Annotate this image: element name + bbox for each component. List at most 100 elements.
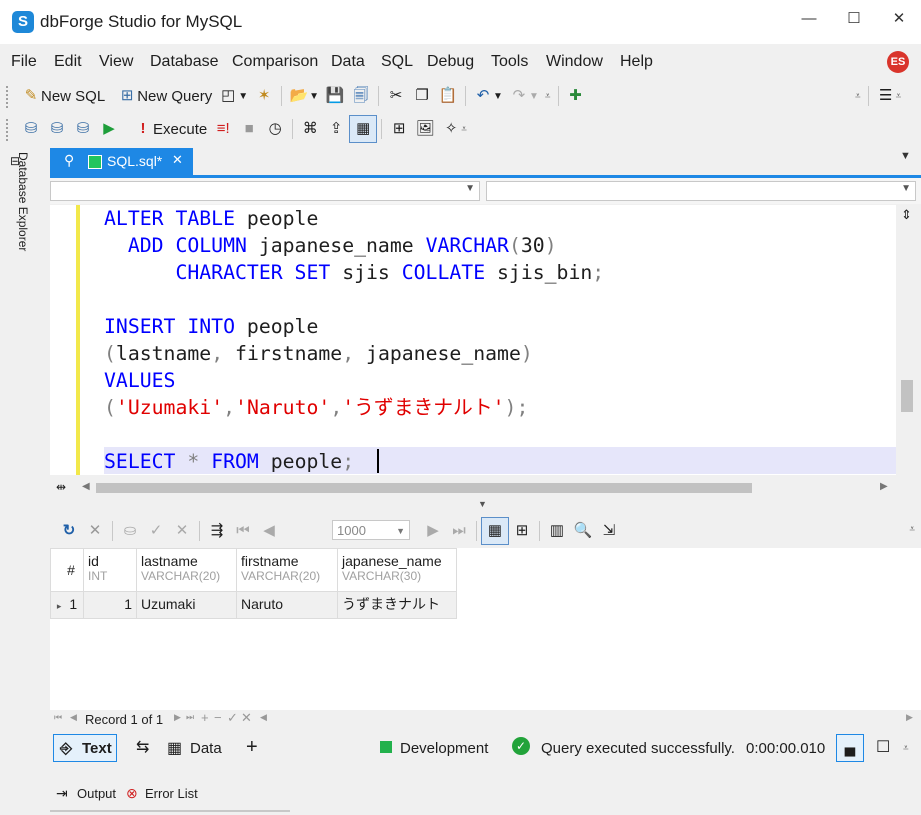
split-horizontal-icon[interactable]: ⇹ [56, 480, 66, 494]
menu-help[interactable]: Help [620, 53, 653, 71]
delete-record-icon[interactable]: − [214, 710, 222, 725]
scroll-left-icon[interactable]: ◀ [260, 712, 267, 723]
grid-view-button[interactable]: ▦ [481, 517, 509, 545]
menu-data[interactable]: Data [331, 53, 365, 71]
stop-button[interactable]: ■ [236, 116, 262, 142]
code-line[interactable]: SELECT * FROM people; [104, 448, 354, 475]
execute-current-button[interactable]: ≡! [210, 116, 236, 142]
horizontal-scroll-thumb[interactable] [96, 483, 752, 493]
design-query-button[interactable]: ⊞ [386, 116, 412, 142]
overflow-icon[interactable]: ⩡ [903, 743, 909, 754]
new-document-button[interactable]: ◰ ▼ [215, 83, 251, 109]
page-size-select[interactable]: 1000 ▼ [332, 520, 410, 540]
cut-button[interactable]: ✂ [383, 83, 409, 109]
split-icon[interactable]: ⇕ [901, 207, 912, 223]
menu-comparison[interactable]: Comparison [232, 53, 318, 71]
new-item-button[interactable]: ✶ [251, 83, 277, 109]
cell-id[interactable]: 1 [83, 591, 137, 619]
paste-button[interactable]: 📋 [435, 83, 461, 109]
grid-view-toggle[interactable]: ▦ [349, 115, 378, 143]
find-button[interactable]: 🔍 [570, 518, 596, 544]
undo-button[interactable]: ↶ ▼ [470, 83, 506, 109]
panel-layout-button[interactable]: ▄ [836, 734, 864, 762]
connection-button[interactable]: ⛁ [18, 116, 44, 142]
code-line[interactable]: ALTER TABLE people [104, 205, 318, 232]
row-number-cell[interactable]: ▸ 1 [50, 591, 84, 619]
toolbar-overflow-button[interactable]: ⩡ [852, 83, 864, 109]
menu-file[interactable]: File [11, 53, 37, 71]
cell-lastname[interactable]: Uzumaki [136, 591, 237, 619]
menu-debug[interactable]: Debug [427, 53, 474, 71]
error-list-tab[interactable]: Error List [145, 786, 198, 801]
column-header-firstname[interactable]: firstname VARCHAR(20) [236, 548, 338, 592]
refresh-connection-button[interactable]: ⛁ [70, 116, 96, 142]
refresh-button[interactable]: ↻ [56, 518, 82, 544]
close-window-button[interactable]: ✕ [886, 8, 912, 30]
apply-changes-button[interactable]: ✓ [143, 518, 169, 544]
menu-view[interactable]: View [99, 53, 133, 71]
export-data-button[interactable]: ⇲ [596, 518, 622, 544]
cell-firstname[interactable]: Naruto [236, 591, 338, 619]
toolbar-grip[interactable] [6, 86, 12, 108]
cached-updates-button[interactable]: ⛀ [117, 518, 143, 544]
menu-tools[interactable]: Tools [491, 53, 528, 71]
execute-button[interactable]: ! Execute [130, 116, 210, 142]
new-sql-button[interactable]: ✎ New SQL [18, 83, 108, 109]
menu-database[interactable]: Database [150, 53, 219, 71]
close-tab-icon[interactable]: ✕ [172, 152, 183, 168]
extensions-button[interactable]: ✚ [563, 83, 589, 109]
column-header-japanese-name[interactable]: japanese_name VARCHAR(30) [337, 548, 457, 592]
tab-list-dropdown[interactable]: ▼ [900, 150, 911, 162]
code-line[interactable]: (lastname, firstname, japanese_name) [104, 340, 533, 367]
editor-vertical-scrollbar[interactable]: ⇕ [896, 205, 921, 475]
save-button[interactable]: 💾 [322, 83, 348, 109]
copy-button[interactable]: ❐ [409, 83, 435, 109]
save-all-button[interactable]: 🗐 [348, 83, 374, 109]
query-profiler-button[interactable]: ⌘ [297, 116, 323, 142]
panel-hidden-button[interactable]: ☐ [876, 737, 890, 757]
database-combo[interactable]: ▼ [486, 181, 916, 201]
code-line[interactable]: ('Uzumaki','Naruto','うずまきナルト'); [104, 394, 528, 421]
previous-record-icon[interactable]: ◀ [70, 712, 77, 723]
cancel-button[interactable]: ✕ [82, 518, 108, 544]
next-record-icon[interactable]: ▶ [174, 712, 181, 723]
open-button[interactable]: 📂 ▼ [286, 83, 322, 109]
switch-icon[interactable]: ⇆ [136, 737, 149, 757]
change-database-button[interactable]: ⛁ [44, 116, 70, 142]
toolbar-options-button[interactable]: ⩡ [542, 83, 554, 109]
column-header-lastname[interactable]: lastname VARCHAR(20) [136, 548, 237, 592]
scroll-right-icon[interactable]: ▶ [880, 481, 888, 492]
first-page-button[interactable]: ⏮ [230, 518, 256, 544]
previous-page-button[interactable]: ◀ [256, 518, 282, 544]
column-view-button[interactable]: ▥ [544, 518, 570, 544]
environment-label[interactable]: Development [400, 740, 488, 757]
scroll-right-icon[interactable]: ▶ [906, 712, 913, 723]
code-line[interactable]: ADD COLUMN japanese_name VARCHAR(30) [104, 232, 557, 259]
code-line[interactable]: INSERT INTO people [104, 313, 318, 340]
history-button[interactable]: ◷ [262, 116, 288, 142]
card-view-button[interactable]: ⊞ [509, 518, 535, 544]
minimize-button[interactable]: — [796, 8, 822, 30]
splitter-icon[interactable]: ▼ [478, 499, 487, 509]
column-header-id[interactable]: id INT [83, 548, 137, 592]
menu-window[interactable]: Window [546, 53, 603, 71]
vertical-scroll-thumb[interactable] [901, 380, 913, 412]
overflow-icon[interactable]: ⩡ [909, 524, 915, 535]
redo-button[interactable]: ↷ ▼ [506, 83, 542, 109]
format-button[interactable]: ✧ ⩡ [438, 116, 470, 142]
document-tab[interactable]: ⚲ SQL.sql* ✕ [50, 148, 193, 175]
next-page-button[interactable]: ▶ [420, 518, 446, 544]
user-avatar[interactable]: ES [887, 51, 909, 73]
add-tab-button[interactable]: + [246, 736, 258, 759]
layout-options-button[interactable]: ☰ ⩡ [873, 83, 905, 109]
menu-sql[interactable]: SQL [381, 53, 413, 71]
paginate-button[interactable]: ⇶ [204, 518, 230, 544]
output-tab[interactable]: Output [77, 786, 116, 801]
export-button[interactable]: ⇪ [323, 116, 349, 142]
cancel-changes-button[interactable]: ✕ [169, 518, 195, 544]
connection-combo[interactable]: ▼ [50, 181, 480, 201]
table-row[interactable]: ▸ 1 1 Uzumaki Naruto うずまきナルト [50, 591, 457, 619]
run-button[interactable]: ▶ [96, 116, 122, 142]
maximize-button[interactable]: ☐ [841, 8, 867, 30]
database-explorer-tab[interactable]: ⊟ Database Explorer [8, 152, 30, 282]
